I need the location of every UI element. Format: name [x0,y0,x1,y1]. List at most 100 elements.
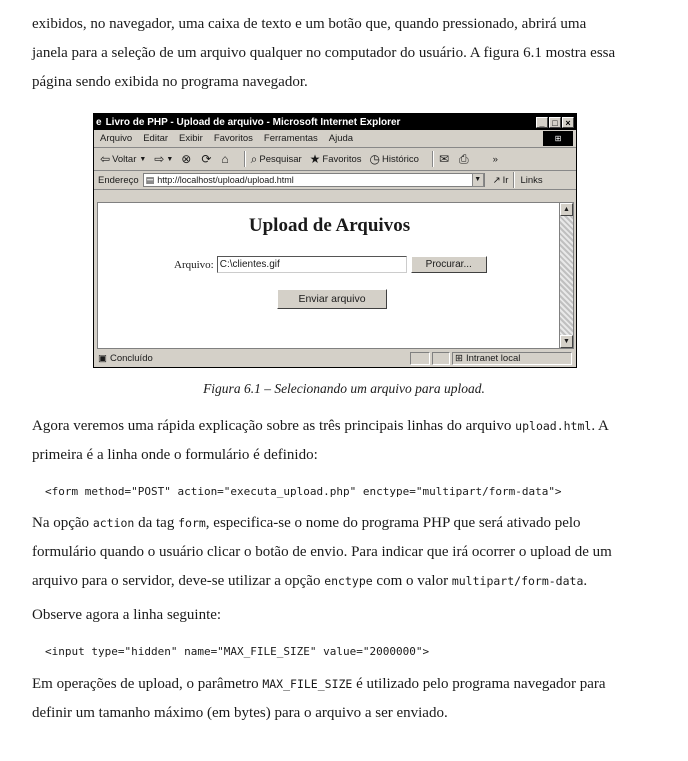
search-label: Pesquisar [259,153,302,165]
paragraph-3: Observe agora a linha seguinte: [32,607,222,623]
stop-icon: ⊗ [181,152,192,166]
address-bar: Endereço ▤ http://localhost/upload/uploa… [94,171,576,190]
history-label: Histórico [381,153,419,165]
dropdown-icon: ▼ [139,155,147,163]
menu-bar: Arquivo Editar Exibir Favoritos Ferramen… [94,130,576,148]
window-title: Livro de PHP - Upload de arquivo - Micro… [105,116,401,128]
history-button[interactable]: ◷ Histórico [370,152,419,166]
address-label: Endereço [98,174,139,186]
paragraph-2-line-1: Na opção action da tag form, especifica-… [32,509,581,538]
intranet-icon: ⊞ [454,353,463,364]
toolbar-separator [243,151,246,167]
status-bar: ▣ Concluído ⊞ Intranet local [94,350,576,367]
printer-icon: ⎙ [459,151,469,166]
home-icon: ⌂ [221,152,229,166]
browser-screenshot-figure: e Livro de PHP - Upload de arquivo - Mic… [93,113,577,368]
intro-line-2: janela para a seleção de um arquivo qual… [32,45,616,61]
toolbar-separator [513,172,516,188]
inline-code: upload.html [515,419,592,433]
inline-code: action [92,516,135,530]
back-label: Voltar [112,153,137,165]
forward-button[interactable]: ⇨ ▼ [154,152,173,166]
back-button[interactable]: ⇦ Voltar ▼ [100,152,146,166]
stop-button[interactable]: ⊗ [181,152,193,166]
scroll-down-icon[interactable]: ▼ [560,335,573,348]
status-cell [431,352,450,365]
toolbar: ⇦ Voltar ▼ ⇨ ▼ ⊗ ⟳ ⌂ ⌕ Pesquisar ★ Favor… [94,148,576,171]
search-button[interactable]: ⌕ Pesquisar [251,152,302,167]
submit-button[interactable]: Enviar arquivo [277,289,387,309]
ie-icon: e [96,116,102,128]
text: Agora veremos uma rápida explicação sobr… [32,418,516,434]
file-form-row: Arquivo: C:\clientes.gif Procurar... [174,256,487,273]
code-line-input: <input type="hidden" name="MAX_FILE_SIZE… [45,645,430,658]
status-cell [409,352,430,365]
back-arrow-icon: ⇦ [100,152,111,166]
favorites-icon: ★ [309,152,321,166]
figure-caption: Figura 6.1 – Selecionando um arquivo par… [203,381,485,396]
file-input[interactable]: C:\clientes.gif [216,256,407,273]
inline-code: form [178,516,206,530]
text: arquivo para o servidor, deve-se utiliza… [32,573,325,589]
zone-cell: ⊞ Intranet local [451,352,572,365]
menu-arquivo[interactable]: Arquivo [100,133,132,144]
paragraph-1-line-2: primeira é a linha onde o formulário é d… [32,447,318,463]
home-button[interactable]: ⌂ [221,152,230,166]
text: . [583,573,588,589]
go-button[interactable]: ↗ Ir [493,175,509,186]
more-icon[interactable]: » [493,154,498,165]
text: . A [591,418,609,434]
toolbar-separator [431,151,434,167]
print-button[interactable]: ⎙ [459,152,471,167]
browse-button[interactable]: Procurar... [410,256,487,273]
forward-arrow-icon: ⇨ [154,152,165,166]
paragraph-4-line-2: definir um tamanho máximo (em bytes) par… [32,705,448,721]
paragraph-2-line-3: arquivo para o servidor, deve-se utiliza… [32,567,587,596]
inline-code: MAX_FILE_SIZE [262,677,353,691]
code-line-form: <form method="POST" action="executa_uplo… [45,485,562,498]
address-url: http://localhost/upload/upload.html [157,175,294,185]
menu-exibir[interactable]: Exibir [179,133,203,144]
paragraph-1-line-1: Agora veremos uma rápida explicação sobr… [32,412,609,441]
text: , especifica-se o nome do programa PHP q… [205,515,581,531]
links-button[interactable]: Links [520,175,542,186]
paragraph-4-line-1: Em operações de upload, o parâmetro MAX_… [32,670,606,699]
windows-logo-icon: ⊞ [543,131,573,146]
text: com o valor [372,573,452,589]
file-label: Arquivo: [174,258,214,271]
search-icon: ⌕ [250,151,258,166]
mail-button[interactable]: ✉ [439,152,451,166]
close-button[interactable]: × [562,116,574,128]
favorites-button[interactable]: ★ Favoritos [310,152,362,166]
menu-ajuda[interactable]: Ajuda [329,133,353,144]
dropdown-icon: ▼ [166,155,174,163]
menu-favoritos[interactable]: Favoritos [214,133,253,144]
maximize-button[interactable]: □ [549,116,561,128]
favorites-label: Favoritos [322,153,362,165]
zone-text: Intranet local [465,353,521,364]
window-titlebar: e Livro de PHP - Upload de arquivo - Mic… [94,114,576,130]
go-arrow-icon: ↗ [492,174,501,186]
page-done-icon: ▣ [98,353,107,364]
address-dropdown-icon[interactable]: ▼ [471,173,484,187]
page-heading: Upload de Arquivos [248,215,411,236]
inline-code: enctype [324,574,373,588]
intro-line-1: exibidos, no navegador, uma caixa de tex… [32,16,587,32]
minimize-button[interactable]: _ [536,116,548,128]
text: da tag [134,515,179,531]
history-icon: ◷ [369,152,380,166]
paragraph-2-line-2: formulário quando o usuário clicar o bot… [32,544,612,560]
go-label: Ir [502,174,509,186]
address-input[interactable]: ▤ http://localhost/upload/upload.html ▼ [142,173,485,187]
text: Em operações de upload, o parâmetro [32,676,263,692]
scroll-up-icon[interactable]: ▲ [560,203,573,216]
menu-ferramentas[interactable]: Ferramentas [264,133,318,144]
refresh-button[interactable]: ⟳ [201,152,213,166]
mail-icon: ✉ [438,152,449,166]
menu-editar[interactable]: Editar [143,133,168,144]
status-text: Concluído [109,353,153,364]
page-icon: ▤ [145,174,155,185]
page-viewport: Upload de Arquivos Arquivo: C:\clientes.… [97,202,574,349]
vertical-scrollbar[interactable]: ▲ ▼ [559,203,573,348]
text: Na opção [32,515,93,531]
